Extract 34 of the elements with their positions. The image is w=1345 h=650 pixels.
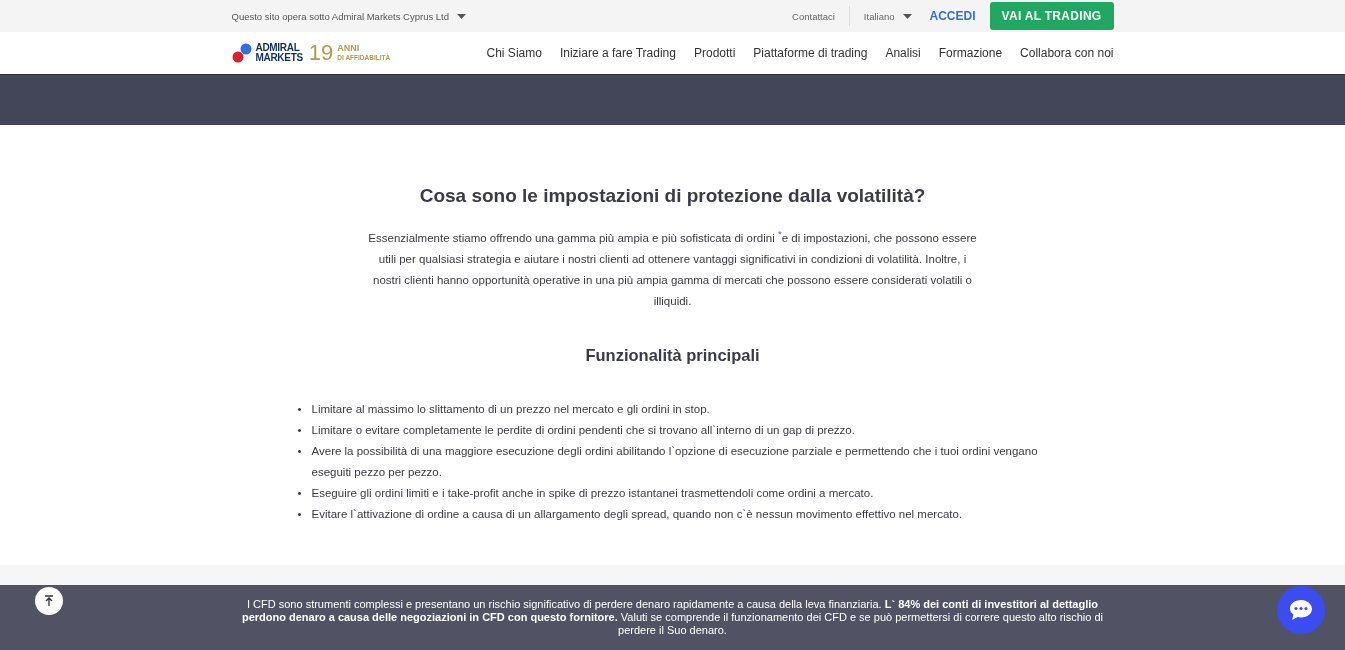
years-number: 19 (308, 40, 334, 66)
nav-link[interactable]: Analisi (885, 46, 921, 60)
contact-link[interactable]: Contattaci (792, 10, 835, 22)
nav-link[interactable]: Iniziare a fare Trading (559, 46, 676, 60)
logo-text: ADMIRAL (255, 43, 301, 53)
nav-link[interactable]: Collabora con noi (1020, 46, 1114, 60)
nav-link[interactable]: Piattaforme di trading (753, 46, 868, 60)
arrow-up-icon (44, 595, 54, 607)
section-title: Cosa sono le impostazioni di protezione dalla volatilità? (418, 185, 927, 207)
bullet-mark: • (297, 443, 302, 459)
dots-logo-icon (231, 43, 252, 63)
nav-link[interactable]: Formazione (938, 46, 1003, 60)
section-subtitle: Funzionalità principali (584, 345, 761, 365)
feature-item: Avere la possibilità di una maggiore esecuzione degli ordini abilitando l`opzione di esecuzione parziale e permettendo che i tuoi ordini vengano eseguiti pezzo per pezzo. (311, 443, 1039, 480)
bullet-mark: • (297, 422, 302, 438)
bullet-mark: • (297, 485, 302, 501)
feature-item: Eseguire gli ordini limiti e i take-profit anche in spike di prezzo istantanei trasmettendoli come ordini a mercato. (311, 485, 874, 501)
intro-paragraph: Essenzialmente stiamo offrendo una gamma più ampia e più sofisticata di ordini $^{*}$e di impostazioni, che possono essere utili per qualsiasi strategia e aiutare i nostri clienti ad ottenere vantaggi significativi in condizioni di volatilità. Inoltre, i nostri clienti hanno opportunità operative in una più ampia gamma di mercati che possono essere considerati volatili o illiquidi. (367, 227, 978, 309)
nav-link[interactable]: Prodotti (693, 46, 736, 60)
bullet-mark: • (297, 401, 302, 417)
years-label: ANNI (337, 44, 361, 53)
feature-item: Limitare al massimo lo slittamento di un prezzo nel mercato e gli ordini in stop. (311, 401, 710, 417)
feature-item: Evitare l`attivazione di ordine a causa di un allargamento degli spread, quando non c`è nessun movimento effettivo nel mercato. (311, 506, 963, 522)
nav-link[interactable]: Chi Siamo (486, 46, 542, 60)
language-selector[interactable]: Italiano (863, 10, 912, 22)
caret-icon (457, 13, 467, 19)
risk-warning-text: I CFD sono strumenti complessi e presentano un rischio significativo di perdere denaro rapidamente a causa della leva finanziaria. L` 84% dei conti di investitori al dettaglio perdono denaro a causa delle negoziazioni in CFD con questo fornitore. Valuti se comprende il funzionamento dei CFD e se può permettersi di correre questo alto rischio di perdere il Suo denaro. (240, 598, 1105, 637)
chat-bubble-icon (1289, 599, 1313, 621)
bullet-mark: • (297, 506, 302, 522)
caret-icon (902, 13, 912, 19)
login-link[interactable]: ACCEDI (929, 9, 976, 23)
entity-selector[interactable]: Questo sito opera sotto Admiral Markets Cyprus Ltd (231, 10, 467, 22)
logo-text: MARKETS (255, 53, 303, 63)
feature-item: Limitare o evitare completamente le perdite di ordini pendenti che si trovano all`interno di un gap di prezzo. (311, 422, 855, 438)
